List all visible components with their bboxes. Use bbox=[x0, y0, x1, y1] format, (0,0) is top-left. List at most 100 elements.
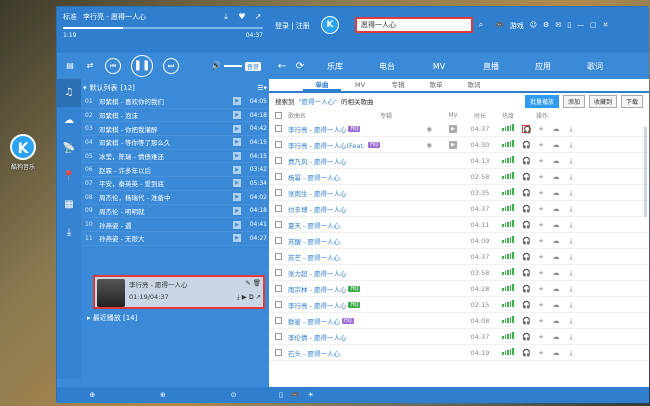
song-name[interactable]: 李行亮 - 愿得一人心 bbox=[288, 300, 346, 310]
quality-tag[interactable]: 标准 bbox=[63, 12, 77, 22]
skin-icon[interactable]: ☺ bbox=[530, 21, 537, 31]
cloud-icon[interactable]: ☁ bbox=[552, 253, 560, 261]
listen-icon[interactable]: 🎧 bbox=[522, 237, 531, 245]
table-row[interactable]: 夏天 - 愿得一人心 04:11 🎧 + ☁ ⤓ bbox=[269, 217, 649, 233]
row-checkbox[interactable] bbox=[275, 141, 282, 148]
tab-lyrics[interactable]: 歌词 bbox=[571, 61, 619, 72]
register-link[interactable]: 注册 bbox=[296, 22, 310, 30]
listen-icon[interactable]: 🎧 bbox=[522, 189, 531, 197]
playlist-item[interactable]: 10 孙燕姿 - 遇 ▶ 04:41 bbox=[83, 218, 267, 232]
download-icon[interactable]: ⤓ bbox=[567, 157, 575, 165]
add-icon[interactable]: + bbox=[537, 205, 545, 213]
mv-icon[interactable]: ▶ bbox=[449, 141, 457, 149]
playlist-item[interactable]: 05 冰莹，陈瑞 - 情债难还 ▶ 04:15 bbox=[83, 150, 267, 164]
volume-icon[interactable]: 🔊 bbox=[211, 61, 221, 71]
minimize-icon[interactable]: — bbox=[577, 21, 584, 31]
download-icon[interactable]: ⤓ bbox=[567, 125, 575, 133]
recent-play-section[interactable]: ▸ 最近播放 [14] bbox=[87, 313, 137, 323]
add-button[interactable]: 添加 bbox=[562, 94, 585, 108]
subtab-mv[interactable]: MV bbox=[341, 79, 379, 91]
desktop-kugou-shortcut[interactable]: K 酷狗音乐 bbox=[6, 134, 40, 171]
table-row[interactable]: 张力超 - 愿得一人心 03:58 🎧 + ☁ ⤓ bbox=[269, 265, 649, 281]
mobile-icon[interactable]: ▯ bbox=[279, 391, 283, 399]
listen-icon[interactable]: 🎧 bbox=[522, 205, 531, 213]
listen-icon[interactable]: 🎧 bbox=[522, 124, 532, 134]
playlist-item[interactable]: 02 邓紫棋 - 泡沫 ▶ 04:18 bbox=[83, 109, 267, 123]
row-checkbox[interactable] bbox=[275, 317, 282, 324]
song-name[interactable]: 李行亮 - 愿得一人心 bbox=[288, 124, 346, 134]
listen-icon[interactable]: 🎧 bbox=[522, 317, 531, 325]
tab-library[interactable]: 乐库 bbox=[311, 61, 359, 72]
song-name[interactable]: 群星 - 愿得一人心 bbox=[288, 316, 340, 326]
row-checkbox[interactable] bbox=[275, 221, 282, 228]
cloud-icon[interactable]: ☁ bbox=[552, 189, 560, 197]
album-disc-icon[interactable]: ◉ bbox=[426, 141, 432, 149]
cloud-icon[interactable]: ☁ bbox=[552, 157, 560, 165]
song-name[interactable]: 雨宗林 - 愿得一人心 bbox=[288, 284, 346, 294]
table-row[interactable]: 李行亮 - 愿得一人心 HQ ◉ ▶ 04:37 🎧 + ☁ ⤓ bbox=[269, 121, 649, 137]
playlist-item[interactable]: 06 赵霖 - 许多年以后 ▶ 03:42 bbox=[83, 163, 267, 178]
song-name[interactable]: 付辛博 - 愿得一人心 bbox=[288, 204, 346, 214]
download-button[interactable]: 下载 bbox=[620, 94, 643, 108]
table-row[interactable]: 杨幂 - 愿得一人心 02:58 🎧 + ☁ ⤓ bbox=[269, 169, 649, 185]
row-checkbox[interactable] bbox=[275, 349, 282, 356]
add-list-icon[interactable]: ⊕ bbox=[160, 391, 166, 399]
refresh-icon[interactable]: ⟳ bbox=[293, 61, 307, 72]
add-icon[interactable]: + bbox=[537, 317, 545, 325]
trash-icon[interactable]: 🗑 bbox=[253, 279, 261, 287]
kugou-logo-icon[interactable]: K bbox=[321, 16, 339, 34]
song-name[interactable]: 李伦倩 - 愿得一人心 bbox=[288, 332, 346, 342]
listen-icon[interactable]: 🎧 bbox=[522, 285, 531, 293]
row-checkbox[interactable] bbox=[275, 189, 282, 196]
copy-icon[interactable]: ⧉ bbox=[249, 293, 254, 301]
song-name[interactable]: 张雨生 - 愿得一人心 bbox=[288, 188, 346, 198]
mv-icon[interactable]: ▶ bbox=[233, 206, 241, 215]
add-icon[interactable]: + bbox=[537, 189, 545, 197]
subtab-lyrics[interactable]: 歌词 bbox=[455, 79, 493, 91]
table-row[interactable]: 群星 - 愿得一人心 HQ 04:08 🎧 + ☁ ⤓ bbox=[269, 313, 649, 329]
current-song-card[interactable]: 李行亮 - 愿得一人心 ✎ 🗑 01:19/04:37 ⤓ ▶ ⧉ ↗ bbox=[93, 275, 265, 309]
cloud-icon[interactable]: ☁ bbox=[552, 301, 560, 309]
song-name[interactable]: 夏天 - 愿得一人心 bbox=[288, 220, 340, 230]
sun-icon[interactable]: ☀ bbox=[308, 391, 314, 399]
add-icon[interactable]: + bbox=[537, 237, 545, 245]
song-name[interactable]: 费乃风 - 愿得一人心 bbox=[288, 156, 346, 166]
select-all-checkbox[interactable] bbox=[275, 111, 282, 119]
cloud-icon[interactable]: ☁ bbox=[552, 205, 560, 213]
song-name[interactable]: 李行亮 - 愿得一人心(Feat. 雨宗林) bbox=[288, 140, 366, 150]
playlist-toggle-icon[interactable]: ▤ bbox=[65, 61, 75, 71]
row-checkbox[interactable] bbox=[275, 253, 282, 260]
listen-icon[interactable]: 🎧 bbox=[522, 253, 531, 261]
share-icon[interactable]: ↗ bbox=[256, 293, 261, 301]
cloud-icon[interactable]: ☁ bbox=[552, 173, 560, 181]
listen-icon[interactable]: 🎧 bbox=[522, 333, 531, 341]
download-icon[interactable]: ⤓ bbox=[567, 269, 575, 277]
download-icon[interactable]: ⤓ bbox=[221, 12, 231, 22]
listen-icon[interactable]: 🎧 bbox=[522, 173, 531, 181]
mobile-icon[interactable]: ▯ bbox=[567, 21, 571, 31]
add-icon[interactable]: + bbox=[537, 269, 545, 277]
download-icon[interactable]: ⤓ bbox=[237, 293, 240, 301]
row-checkbox[interactable] bbox=[275, 237, 282, 244]
row-checkbox[interactable] bbox=[275, 205, 282, 212]
listen-icon[interactable]: 🎧 bbox=[522, 269, 531, 277]
subtab-single[interactable]: 单曲 bbox=[303, 79, 341, 91]
listen-icon[interactable]: 🎧 bbox=[522, 157, 531, 165]
login-link[interactable]: 登录 bbox=[275, 22, 289, 30]
add-icon[interactable]: + bbox=[537, 253, 545, 261]
song-name[interactable]: 张力超 - 愿得一人心 bbox=[288, 268, 346, 278]
download-icon[interactable]: ⤓ bbox=[567, 317, 575, 325]
share-icon[interactable]: ↗ bbox=[253, 12, 263, 22]
listen-icon[interactable]: 🎧 bbox=[522, 301, 531, 309]
cloud-icon[interactable]: ☁ bbox=[552, 237, 560, 245]
add-icon[interactable]: + bbox=[537, 285, 545, 293]
close-icon[interactable]: ✕ bbox=[603, 21, 609, 31]
download-manager-icon[interactable]: ⤓ bbox=[57, 219, 81, 247]
game-label[interactable]: 游戏 bbox=[510, 21, 524, 31]
loop-mode-icon[interactable]: ⇄ bbox=[85, 61, 95, 71]
song-name[interactable]: 石头 - 愿得一人心 bbox=[288, 348, 340, 358]
add-icon[interactable]: + bbox=[537, 141, 545, 149]
sound-effect-label[interactable]: 普音 bbox=[244, 61, 261, 71]
listen-icon[interactable]: 🎧 bbox=[522, 221, 531, 229]
playlist-item[interactable]: 09 周杰伦 - 明明就 ▶ 04:18 bbox=[83, 205, 267, 219]
